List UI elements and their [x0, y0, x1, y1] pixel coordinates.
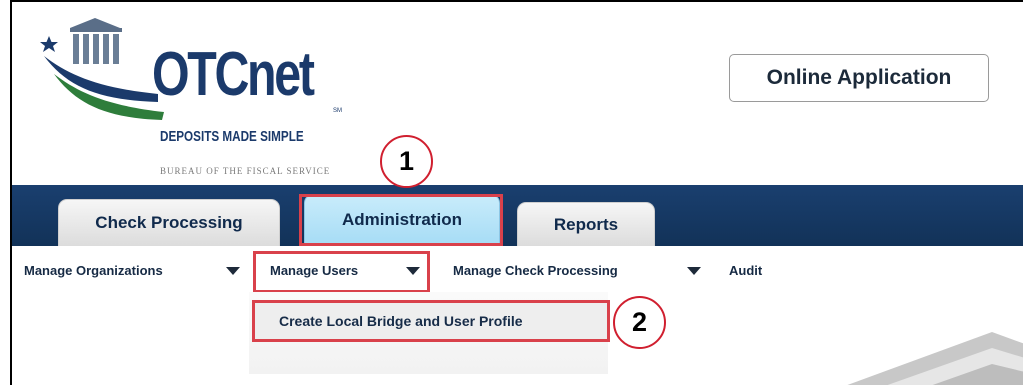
decorative-roof-graphic: [847, 332, 1023, 385]
callout-step-2: 2: [613, 296, 666, 349]
service-mark: SM: [333, 108, 342, 114]
logo-tagline: DEPOSITS MADE SIMPLE: [160, 128, 304, 145]
otcnet-logo: OTCnet SM DEPOSITS MADE SIMPLE BUREAU OF…: [40, 16, 342, 186]
bureau-name: BUREAU OF THE FISCAL SERVICE: [160, 166, 331, 176]
chevron-down-icon[interactable]: [226, 267, 240, 275]
submenu-manage-check-processing[interactable]: Manage Check Processing: [453, 263, 618, 278]
callout-step-1: 1: [380, 135, 433, 188]
tab-reports[interactable]: Reports: [517, 202, 655, 246]
main-nav-bar: Check Processing Administration Reports: [12, 185, 1023, 246]
highlight-manage-users: [253, 251, 430, 293]
submenu-audit[interactable]: Audit: [729, 263, 762, 278]
chevron-down-icon[interactable]: [687, 267, 701, 275]
create-local-bridge-user-profile-item[interactable]: Create Local Bridge and User Profile: [252, 300, 610, 342]
logo-wordmark: OTCnet: [152, 40, 315, 109]
highlight-administration: [299, 194, 503, 246]
submenu-bar: Manage Organizations Manage Users Manage…: [12, 246, 1023, 286]
online-application-button[interactable]: Online Application: [729, 54, 989, 102]
manage-users-dropdown: Create Local Bridge and User Profile: [249, 292, 610, 374]
tab-check-processing[interactable]: Check Processing: [58, 199, 280, 246]
submenu-manage-organizations[interactable]: Manage Organizations: [24, 263, 163, 278]
app-window: OTCnet SM DEPOSITS MADE SIMPLE BUREAU OF…: [10, 0, 1023, 385]
